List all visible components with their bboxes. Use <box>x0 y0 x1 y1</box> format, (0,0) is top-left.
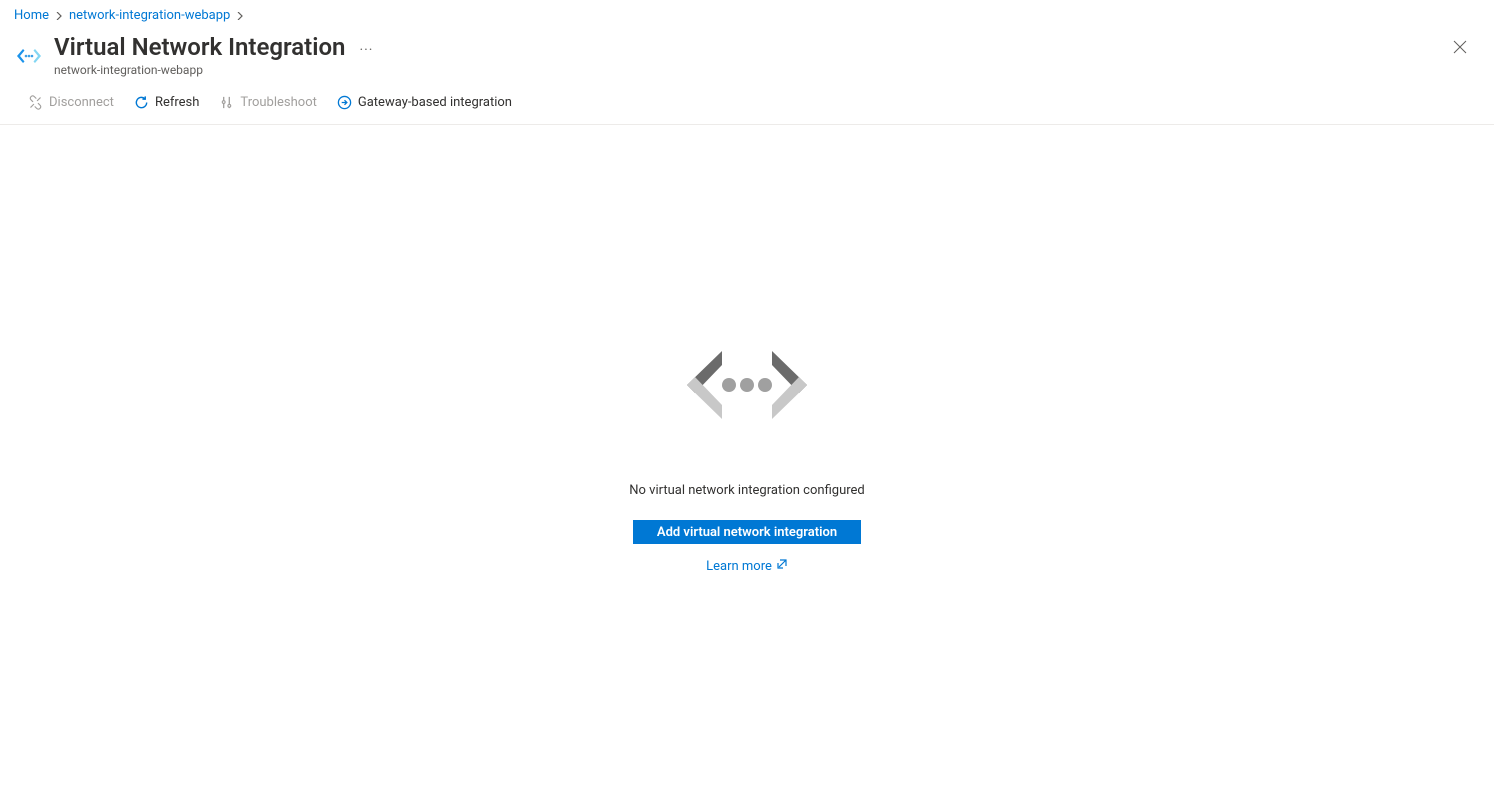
add-vnet-integration-button[interactable]: Add virtual network integration <box>633 520 861 544</box>
more-actions-button[interactable]: ··· <box>359 42 373 58</box>
refresh-icon <box>134 95 149 110</box>
page-title: Virtual Network Integration <box>54 33 345 61</box>
chevron-right-icon <box>236 9 244 23</box>
learn-more-link[interactable]: Learn more <box>706 558 788 574</box>
breadcrumb: Home network-integration-webapp <box>0 0 1494 29</box>
gateway-integration-label: Gateway-based integration <box>358 95 512 110</box>
arrow-right-circle-icon <box>337 95 352 110</box>
refresh-button[interactable]: Refresh <box>126 91 207 114</box>
troubleshoot-icon <box>219 95 234 110</box>
chevron-right-icon <box>55 9 63 23</box>
close-icon <box>1453 40 1467 54</box>
network-empty-icon <box>667 335 827 445</box>
disconnect-icon <box>28 95 43 110</box>
troubleshoot-label: Troubleshoot <box>240 95 316 110</box>
empty-state-message: No virtual network integration configure… <box>629 483 865 498</box>
disconnect-button: Disconnect <box>20 91 122 114</box>
breadcrumb-home[interactable]: Home <box>14 8 49 23</box>
page-header: Virtual Network Integration ··· network-… <box>0 29 1494 77</box>
refresh-label: Refresh <box>155 95 199 110</box>
disconnect-label: Disconnect <box>49 95 114 110</box>
vnet-integration-icon <box>14 41 44 71</box>
external-link-icon <box>776 558 788 574</box>
empty-state: No virtual network integration configure… <box>0 125 1494 574</box>
gateway-integration-button[interactable]: Gateway-based integration <box>329 91 520 114</box>
learn-more-label: Learn more <box>706 559 772 574</box>
breadcrumb-resource[interactable]: network-integration-webapp <box>69 8 230 23</box>
close-button[interactable] <box>1448 35 1472 59</box>
toolbar: Disconnect Refresh Troubleshoot Gat <box>0 77 1494 125</box>
troubleshoot-button: Troubleshoot <box>211 91 324 114</box>
page-subtitle: network-integration-webapp <box>54 63 373 77</box>
